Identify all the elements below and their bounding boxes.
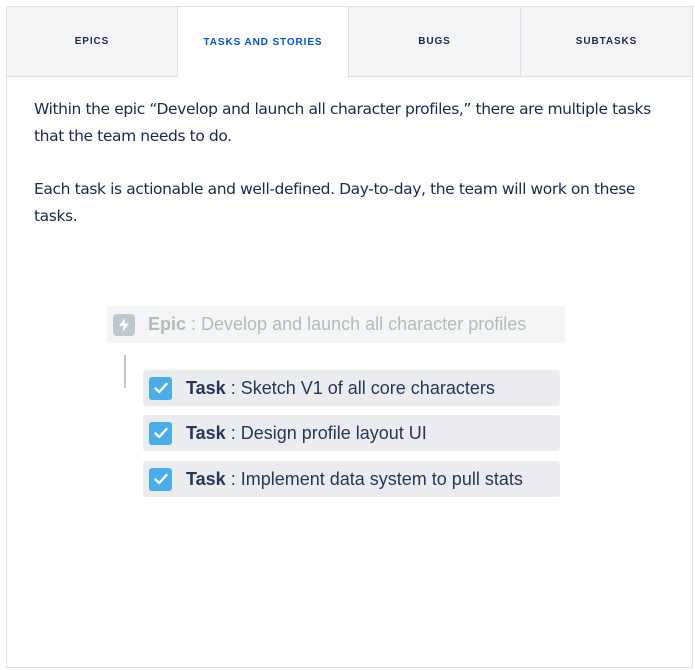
- tab-panel: Within the epic “Develop and launch all …: [7, 77, 692, 230]
- task-title: Sketch V1 of all core characters: [240, 377, 495, 398]
- tab-subtasks[interactable]: SUBTASKS: [521, 7, 692, 76]
- checkbox-icon: [149, 421, 172, 445]
- task-row: Task : Implement data system to pull sta…: [143, 461, 560, 497]
- description-paragraph-1: Within the epic “Develop and launch all …: [34, 100, 651, 145]
- description-paragraph-2: Each task is actionable and well-defined…: [34, 180, 636, 225]
- task-label: Task : Implement data system to pull sta…: [186, 469, 523, 490]
- tab-bar: EPICS TASKS AND STORIES BUGS SUBTASKS: [7, 7, 692, 78]
- task-separator: :: [225, 422, 241, 443]
- checkbox-icon: [149, 467, 172, 491]
- task-title: Implement data system to pull stats: [240, 468, 523, 489]
- task-type: Task: [186, 422, 226, 443]
- task-separator: :: [225, 377, 241, 398]
- task-type: Task: [186, 377, 226, 398]
- hierarchy-connector-line: [124, 355, 126, 388]
- task-separator: :: [225, 468, 241, 489]
- issue-hierarchy-diagram: Epic : Develop and launch all character …: [107, 306, 567, 506]
- task-type: Task: [186, 468, 226, 489]
- lightning-icon: [113, 313, 135, 336]
- task-title: Design profile layout UI: [240, 422, 427, 443]
- content-card: EPICS TASKS AND STORIES BUGS SUBTASKS Wi…: [6, 6, 693, 668]
- epic-row: Epic : Develop and launch all character …: [107, 306, 565, 343]
- tab-epics[interactable]: EPICS: [7, 7, 178, 76]
- task-label: Task : Sketch V1 of all core characters: [186, 378, 495, 399]
- tab-bugs[interactable]: BUGS: [349, 7, 521, 76]
- epic-separator: :: [186, 314, 202, 334]
- epic-type: Epic: [148, 314, 187, 334]
- task-row: Task : Design profile layout UI: [143, 415, 560, 451]
- task-label: Task : Design profile layout UI: [186, 423, 427, 444]
- epic-title: Develop and launch all character profile…: [201, 314, 527, 334]
- checkbox-icon: [149, 376, 172, 400]
- task-row: Task : Sketch V1 of all core characters: [143, 370, 560, 406]
- tab-tasks-and-stories[interactable]: TASKS AND STORIES: [178, 7, 349, 78]
- epic-label: Epic : Develop and launch all character …: [148, 314, 526, 335]
